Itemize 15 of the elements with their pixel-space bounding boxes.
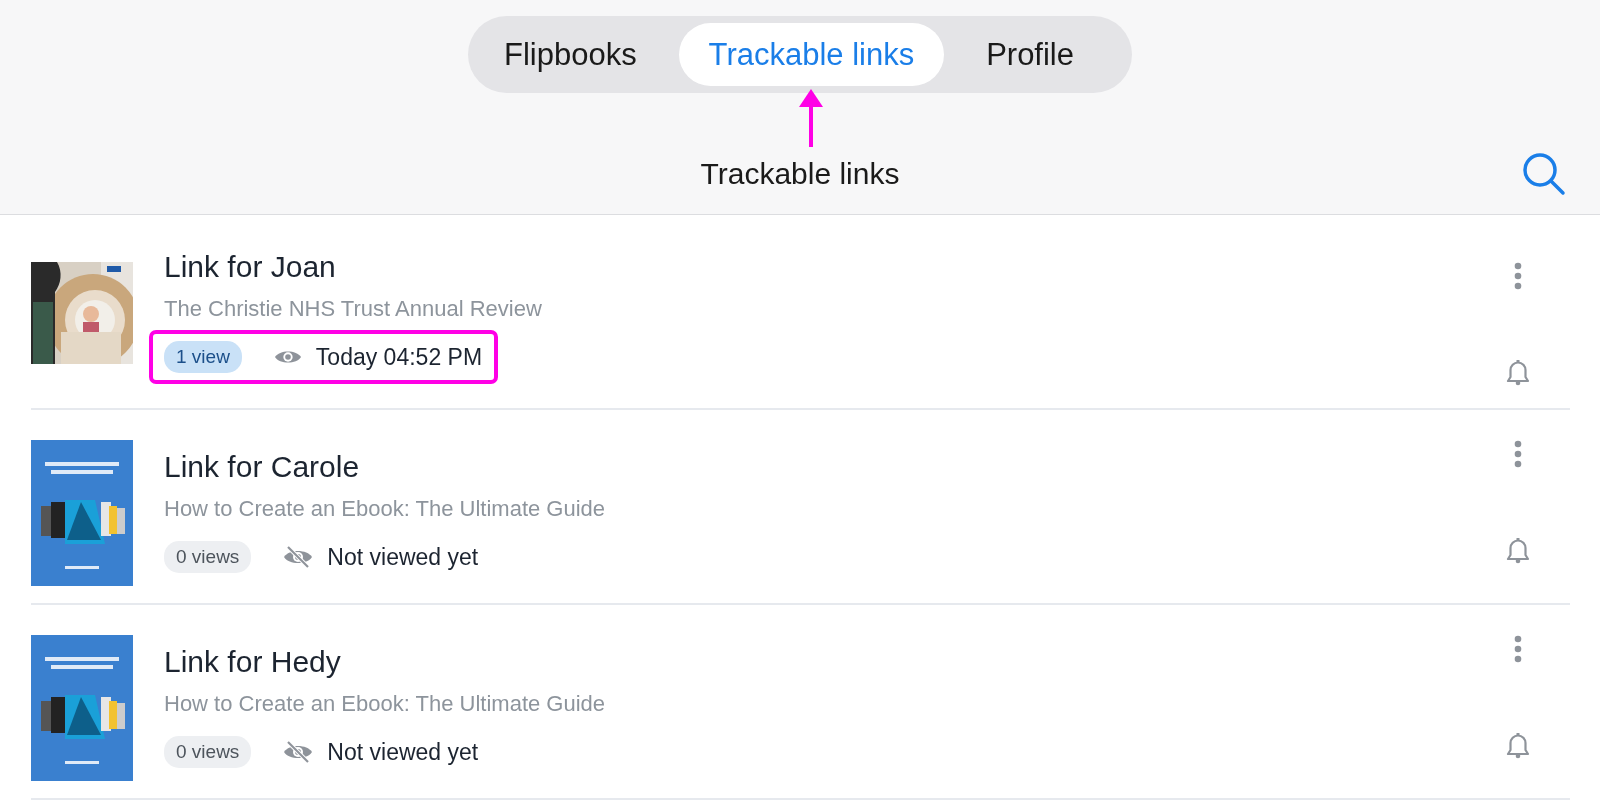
views-count: 0 views bbox=[164, 541, 252, 573]
last-viewed: Today 04:52 PM bbox=[315, 343, 483, 371]
views-count: 1 view bbox=[164, 341, 242, 373]
tab[interactable]: Profile bbox=[956, 23, 1104, 86]
publication-title: How to Create an Ebook: The Ultimate Guide bbox=[164, 496, 606, 522]
last-viewed: Not viewed yet bbox=[327, 738, 479, 766]
page-title: Trackable links bbox=[700, 157, 900, 191]
link-title[interactable]: Link for Carole bbox=[164, 450, 360, 484]
publication-title: How to Create an Ebook: The Ultimate Guide bbox=[164, 691, 606, 717]
publication-title: The Christie NHS Trust Annual Review bbox=[164, 296, 542, 322]
last-viewed: Not viewed yet bbox=[327, 543, 479, 571]
link-title[interactable]: Link for Joan bbox=[164, 250, 336, 284]
link-title[interactable]: Link for Hedy bbox=[164, 645, 341, 679]
tab[interactable]: Flipbooks bbox=[474, 23, 667, 86]
views-count: 0 views bbox=[164, 736, 252, 768]
